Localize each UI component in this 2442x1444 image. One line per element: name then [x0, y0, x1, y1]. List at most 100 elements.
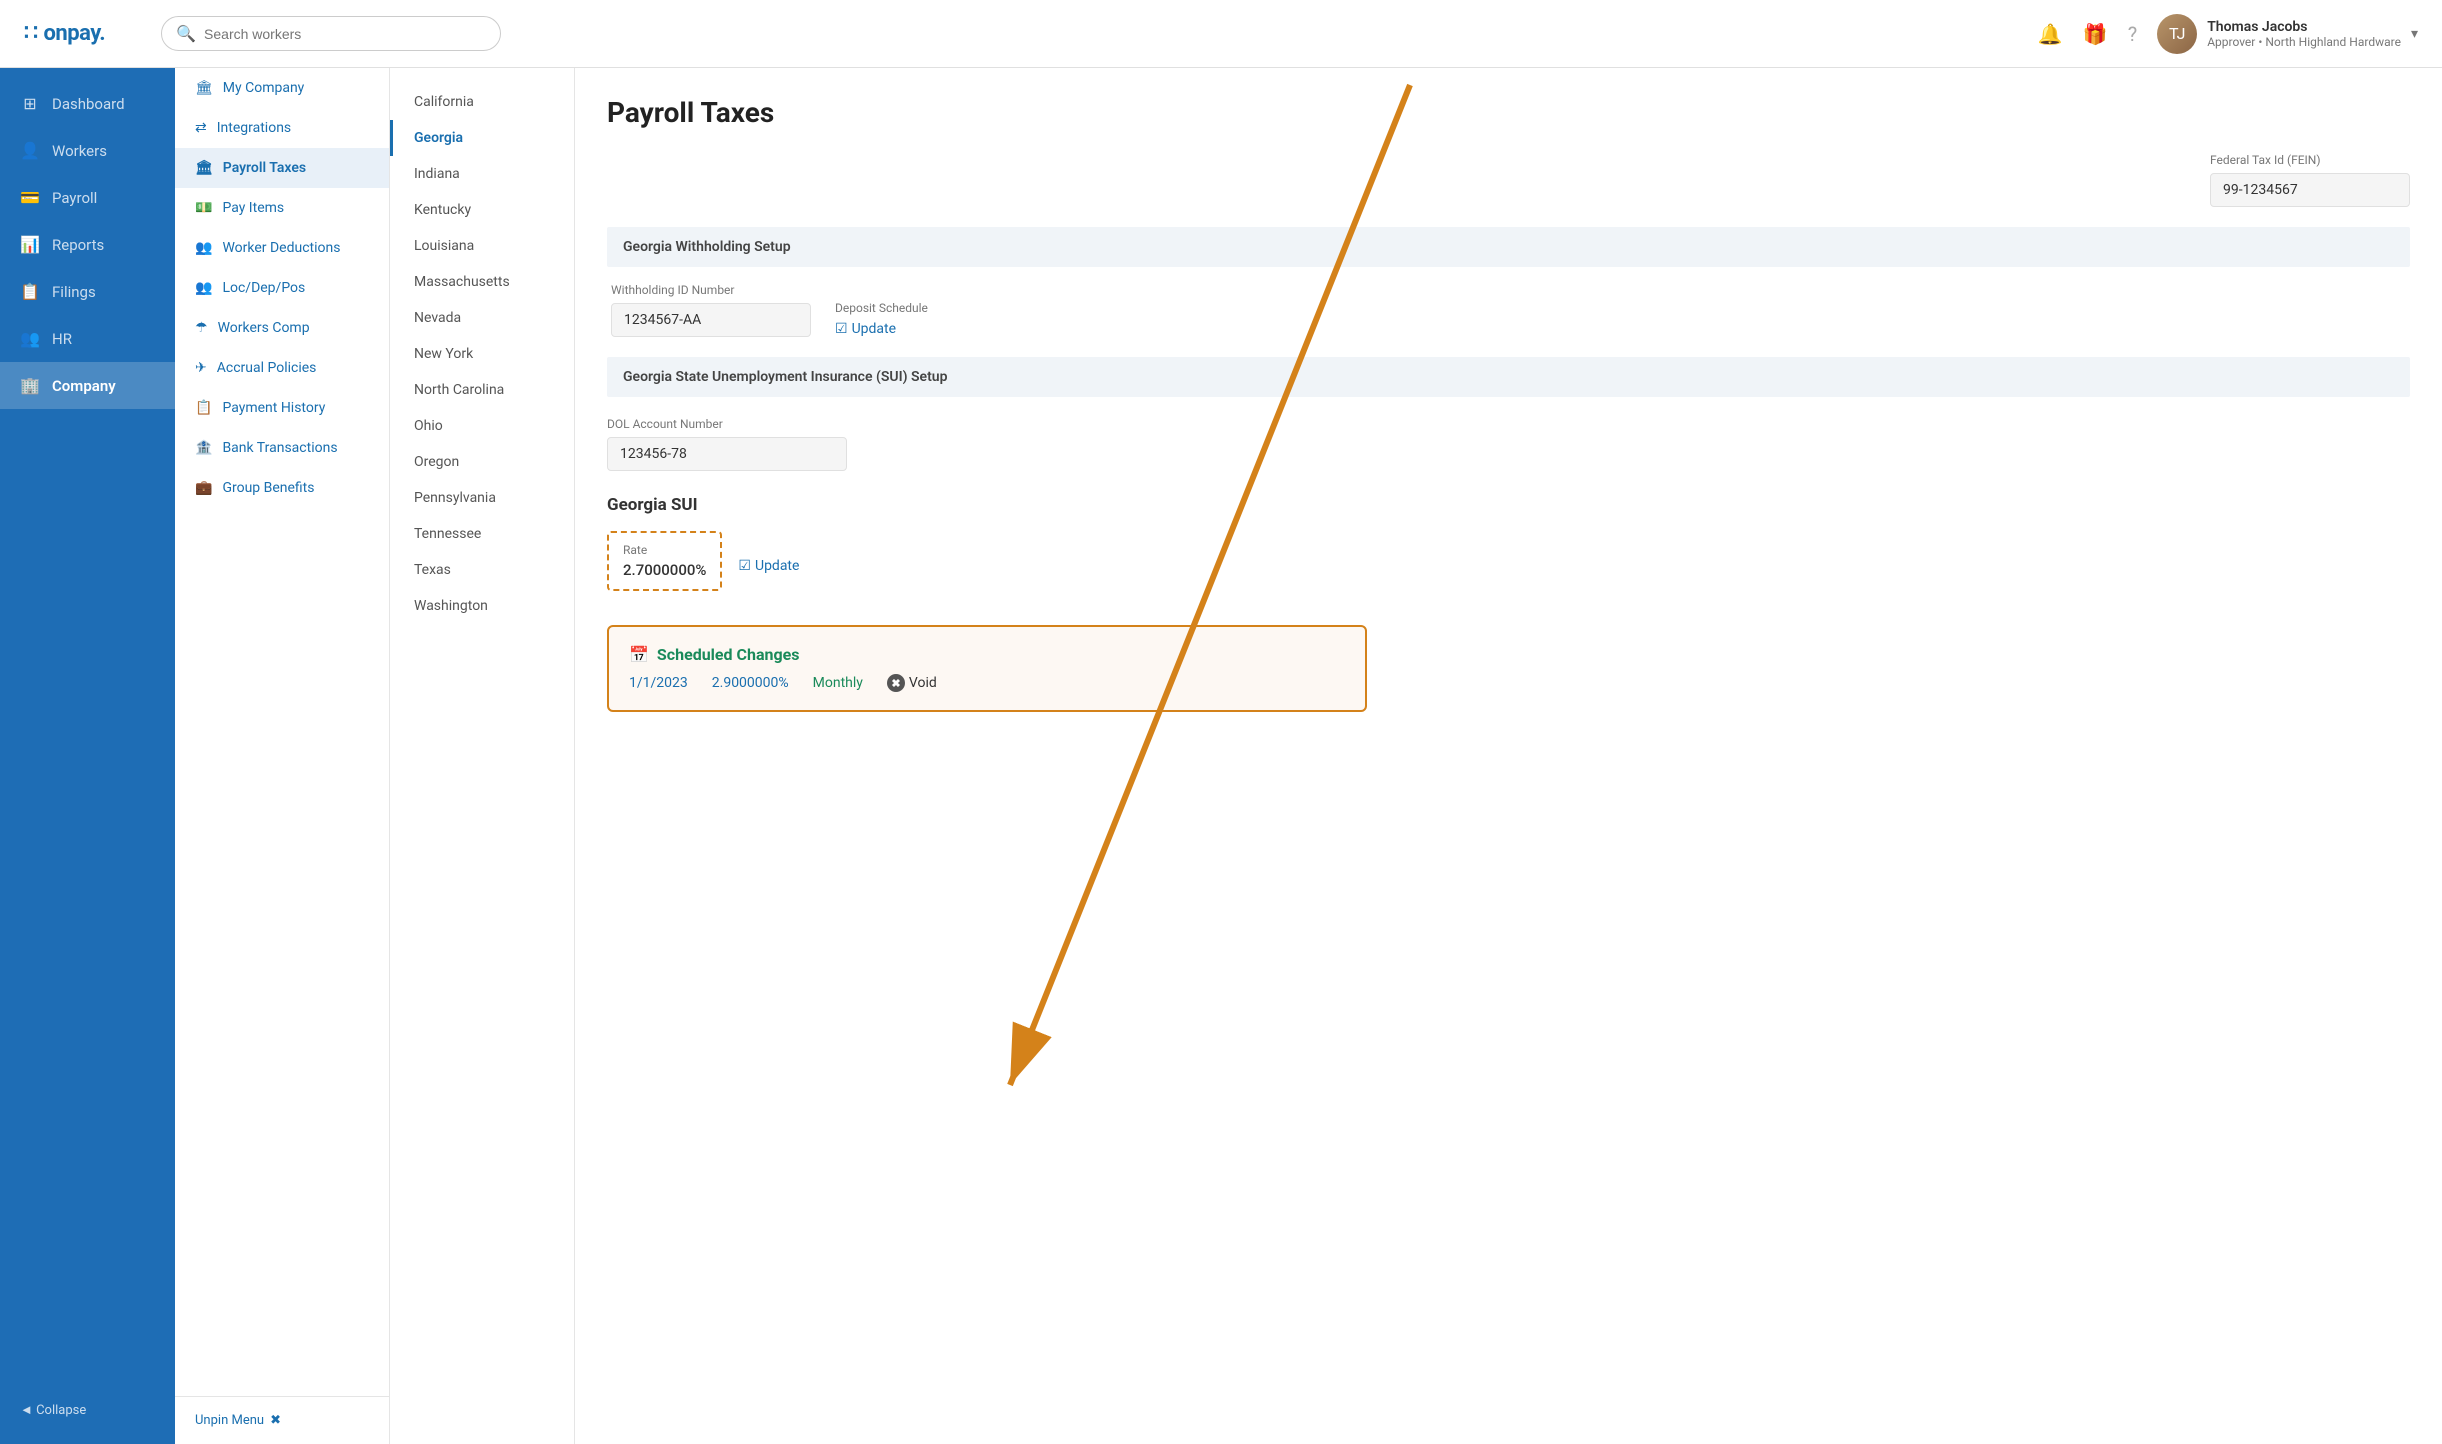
rate-update-row: Rate 2.7000000% Update [607, 531, 2410, 601]
state-item-kentucky[interactable]: Kentucky [390, 192, 574, 228]
sidebar-item-payroll[interactable]: 💳 Payroll [0, 174, 175, 221]
state-item-california[interactable]: California [390, 84, 574, 120]
bell-icon[interactable]: 🔔 [2038, 22, 2063, 46]
loc-dep-pos-icon: 👥 [195, 280, 212, 296]
sidebar-item-hr[interactable]: 👥 HR [0, 315, 175, 362]
sc-void-label: Void [909, 675, 937, 691]
sub-menu-label-payment-history: Payment History [222, 400, 325, 416]
state-item-pennsylvania[interactable]: Pennsylvania [390, 480, 574, 516]
sc-date: 1/1/2023 [629, 675, 688, 691]
user-menu[interactable]: TJ Thomas Jacobs Approver • North Highla… [2157, 14, 2418, 54]
state-item-ohio[interactable]: Ohio [390, 408, 574, 444]
sub-menu-item-worker-deductions[interactable]: 👥 Worker Deductions [175, 228, 389, 268]
sub-menu-item-workers-comp[interactable]: ☂ Workers Comp [175, 308, 389, 348]
unpin-icon: ✖ [270, 1413, 281, 1428]
sub-menu-item-integrations[interactable]: ⇄ Integrations [175, 108, 389, 148]
sidebar-item-company[interactable]: 🏢 Company [0, 362, 175, 409]
sub-menu-label-workers-comp: Workers Comp [218, 320, 310, 336]
rate-value: 2.7000000% [623, 561, 706, 579]
state-item-indiana[interactable]: Indiana [390, 156, 574, 192]
dol-account-label: DOL Account Number [607, 417, 2410, 431]
unpin-label: Unpin Menu [195, 1413, 264, 1428]
sub-menu-label-integrations: Integrations [217, 120, 291, 136]
georgia-sui-title: Georgia SUI [607, 495, 2410, 515]
sub-menu-label-group-benefits: Group Benefits [222, 480, 314, 496]
sub-menu-item-accrual-policies[interactable]: ✈ Accrual Policies [175, 348, 389, 388]
state-item-texas[interactable]: Texas [390, 552, 574, 588]
sidebar-label-reports: Reports [52, 236, 104, 254]
workers-icon: 👤 [20, 141, 40, 160]
state-item-louisiana[interactable]: Louisiana [390, 228, 574, 264]
state-item-georgia[interactable]: Georgia [390, 120, 574, 156]
state-item-massachusetts[interactable]: Massachusetts [390, 264, 574, 300]
fein-label: Federal Tax Id (FEIN) [2210, 153, 2410, 167]
sub-menu-item-loc-dep-pos[interactable]: 👥 Loc/Dep/Pos [175, 268, 389, 308]
unpin-menu-button[interactable]: Unpin Menu ✖ [175, 1396, 389, 1444]
payroll-taxes-icon: 🏛 [195, 160, 213, 176]
collapse-button[interactable]: ◄ Collapse [0, 1388, 175, 1432]
header-icons: 🔔 🎁 ? TJ Thomas Jacobs Approver • North … [2038, 14, 2418, 54]
sc-rate: 2.9000000% [712, 675, 789, 691]
filings-icon: 📋 [20, 282, 40, 301]
sub-menu-label-accrual-policies: Accrual Policies [217, 360, 317, 376]
logo-text: onpay. [44, 21, 106, 46]
company-icon: 🏢 [20, 376, 40, 395]
sidebar-item-reports[interactable]: 📊 Reports [0, 221, 175, 268]
sub-menu-label-my-company: My Company [223, 80, 305, 96]
state-item-north-carolina[interactable]: North Carolina [390, 372, 574, 408]
layout: ⊞ Dashboard 👤 Workers 💳 Payroll 📊 Report… [0, 68, 2442, 1444]
sidebar-item-dashboard[interactable]: ⊞ Dashboard [0, 80, 175, 127]
help-icon[interactable]: ? [2128, 22, 2137, 46]
search-input[interactable] [204, 26, 384, 42]
rate-label: Rate [623, 543, 706, 557]
logo[interactable]: ∷ onpay. [24, 21, 105, 46]
withholding-id-label: Withholding ID Number [611, 283, 811, 297]
scheduled-changes-title: 📅 Scheduled Changes [629, 645, 1345, 664]
state-item-new-york[interactable]: New York [390, 336, 574, 372]
sui-section-header: Georgia State Unemployment Insurance (SU… [607, 357, 2410, 397]
search-box[interactable]: 🔍 [161, 16, 501, 51]
dol-section: DOL Account Number 123456-78 [607, 417, 2410, 471]
sidebar-label-hr: HR [52, 330, 72, 348]
sidebar-item-filings[interactable]: 📋 Filings [0, 268, 175, 315]
fein-field-group: Federal Tax Id (FEIN) 99-1234567 [2210, 153, 2410, 207]
sub-menu-label-bank-transactions: Bank Transactions [222, 440, 337, 456]
reports-icon: 📊 [20, 235, 40, 254]
tax-details: Payroll Taxes Federal Tax Id (FEIN) 99-1… [575, 68, 2442, 1444]
pay-items-icon: 💵 [195, 200, 212, 216]
sub-menu-item-bank-transactions[interactable]: 🏦 Bank Transactions [175, 428, 389, 468]
sidebar-item-workers[interactable]: 👤 Workers [0, 127, 175, 174]
state-item-tennessee[interactable]: Tennessee [390, 516, 574, 552]
state-item-nevada[interactable]: Nevada [390, 300, 574, 336]
sui-update-label: Update [755, 558, 799, 574]
sub-menu-label-worker-deductions: Worker Deductions [222, 240, 340, 256]
payroll-icon: 💳 [20, 188, 40, 207]
dashboard-icon: ⊞ [20, 94, 40, 113]
sui-update-link[interactable]: Update [738, 558, 799, 574]
group-benefits-icon: 💼 [195, 480, 212, 496]
state-item-washington[interactable]: Washington [390, 588, 574, 624]
rate-box: Rate 2.7000000% [607, 531, 722, 591]
sub-menu-item-group-benefits[interactable]: 💼 Group Benefits [175, 468, 389, 508]
sub-menu-item-pay-items[interactable]: 💵 Pay Items [175, 188, 389, 228]
sub-menu-item-my-company[interactable]: 🏛 My Company [175, 68, 389, 108]
dol-account-group: DOL Account Number 123456-78 [607, 417, 2410, 471]
sub-menu-item-payroll-taxes[interactable]: 🏛 Payroll Taxes [175, 148, 389, 188]
sidebar: ⊞ Dashboard 👤 Workers 💳 Payroll 📊 Report… [0, 68, 175, 1444]
integrations-icon: ⇄ [195, 120, 207, 136]
user-role: Approver • North Highland Hardware [2207, 35, 2401, 49]
state-item-oregon[interactable]: Oregon [390, 444, 574, 480]
gift-icon[interactable]: 🎁 [2083, 22, 2108, 46]
withholding-section-header: Georgia Withholding Setup [607, 227, 2410, 267]
withholding-update-link[interactable]: Update [835, 321, 928, 337]
dol-account-value: 123456-78 [607, 437, 847, 471]
fein-section: Federal Tax Id (FEIN) 99-1234567 [607, 153, 2410, 207]
my-company-icon: 🏛 [195, 80, 213, 96]
main-content: California Georgia Indiana Kentucky Loui… [390, 68, 2442, 1444]
sc-void-button[interactable]: ✖ Void [887, 674, 937, 692]
sidebar-label-filings: Filings [52, 283, 96, 301]
sidebar-label-dashboard: Dashboard [52, 95, 125, 113]
avatar: TJ [2157, 14, 2197, 54]
sub-menu-item-payment-history[interactable]: 📋 Payment History [175, 388, 389, 428]
sidebar-label-company: Company [52, 377, 116, 395]
